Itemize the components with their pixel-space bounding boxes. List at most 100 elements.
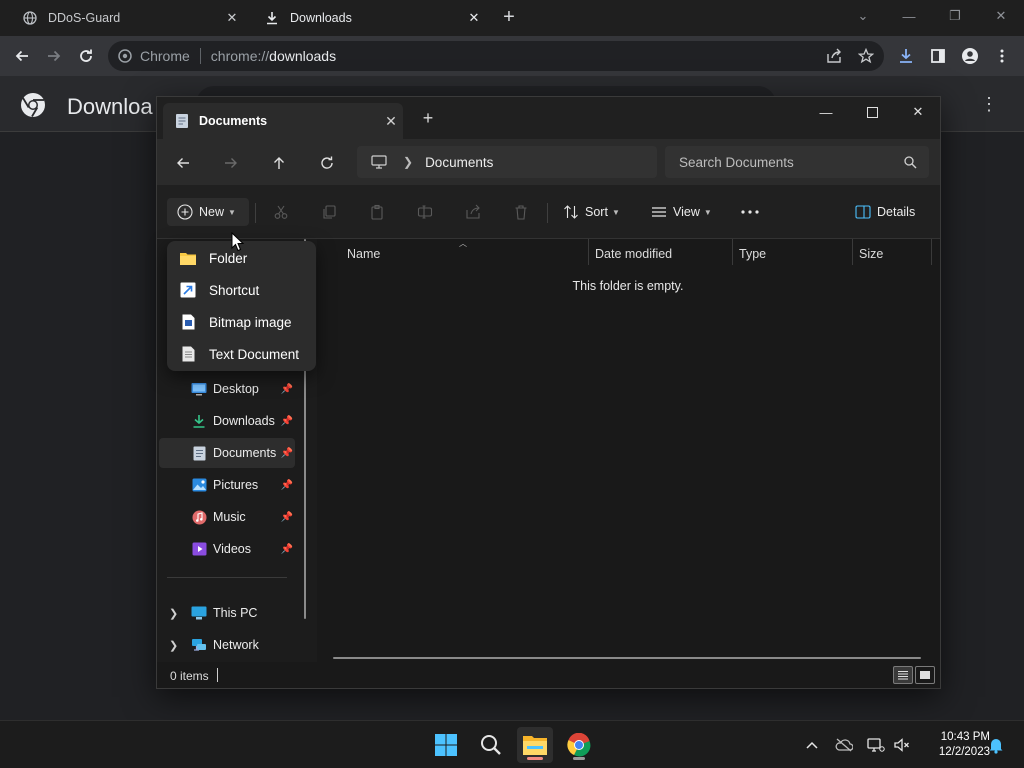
nav-item-videos[interactable]: Videos 📌 bbox=[159, 534, 295, 564]
bookmark-star-icon[interactable] bbox=[854, 44, 878, 68]
new-dropdown-menu: Folder Shortcut Bitmap image Text Docume… bbox=[167, 241, 316, 371]
download-icon bbox=[191, 413, 207, 429]
menu-item-label: Shortcut bbox=[209, 282, 260, 298]
close-window-icon[interactable]: ✕ bbox=[978, 0, 1024, 32]
close-window-icon[interactable]: ✕ bbox=[895, 97, 941, 127]
chrome-tab-strip: DDoS-Guard ✕ Downloads ✕ + ⌄ — ❐ ✕ bbox=[0, 0, 1024, 36]
minimize-icon[interactable]: — bbox=[803, 97, 849, 127]
chevron-right-icon[interactable]: ❯ bbox=[169, 639, 178, 652]
cut-icon[interactable] bbox=[267, 198, 295, 226]
chevron-right-icon[interactable]: ❯ bbox=[403, 155, 413, 169]
onedrive-icon[interactable] bbox=[834, 735, 854, 755]
search-button[interactable] bbox=[473, 727, 509, 763]
chevron-down-icon: ▼ bbox=[703, 207, 712, 217]
column-type-label: Type bbox=[739, 247, 767, 261]
new-tab-button[interactable]: + bbox=[498, 6, 520, 28]
column-divider[interactable] bbox=[931, 239, 932, 265]
nav-item-downloads[interactable]: Downloads 📌 bbox=[159, 406, 295, 436]
menu-item-bitmap-image[interactable]: Bitmap image bbox=[171, 307, 312, 337]
forward-icon[interactable] bbox=[219, 151, 243, 175]
nav-item-music[interactable]: Music 📌 bbox=[159, 502, 295, 532]
details-button[interactable]: Details bbox=[855, 198, 915, 226]
restore-icon[interactable]: ❐ bbox=[932, 0, 978, 32]
refresh-icon[interactable] bbox=[315, 151, 339, 175]
close-tab-icon[interactable]: ✕ bbox=[222, 10, 242, 26]
file-explorer-window: Documents ✕ + — ✕ ❯ Documents Search Doc… bbox=[156, 96, 941, 689]
search-input[interactable]: Search Documents bbox=[665, 146, 929, 178]
explorer-new-tab-button[interactable]: + bbox=[419, 109, 437, 127]
share-icon[interactable] bbox=[459, 198, 487, 226]
details-view-icon[interactable] bbox=[893, 666, 913, 684]
chrome-tab-downloads[interactable]: Downloads ✕ bbox=[252, 0, 492, 36]
menu-item-shortcut[interactable]: Shortcut bbox=[171, 275, 312, 305]
nav-item-label: Documents bbox=[213, 446, 277, 460]
forward-icon[interactable] bbox=[42, 44, 66, 68]
chrome-menu-icon[interactable] bbox=[990, 44, 1014, 68]
nav-item-network[interactable]: ❯ Network bbox=[159, 630, 295, 660]
chrome-toolbar: Chrome chrome://downloads bbox=[0, 36, 1024, 76]
see-more-icon[interactable] bbox=[739, 198, 761, 226]
copy-icon[interactable] bbox=[315, 198, 343, 226]
new-button[interactable]: New ▼ bbox=[167, 198, 249, 226]
paste-icon[interactable] bbox=[363, 198, 391, 226]
reload-icon[interactable] bbox=[74, 44, 98, 68]
network-status-icon[interactable] bbox=[866, 735, 886, 755]
nav-item-this-pc[interactable]: ❯ This PC bbox=[159, 598, 295, 628]
close-tab-icon[interactable]: ✕ bbox=[464, 10, 484, 26]
chrome-chip: Chrome bbox=[118, 48, 190, 64]
nav-item-documents[interactable]: Documents 📌 bbox=[159, 438, 295, 468]
omnibox[interactable]: Chrome chrome://downloads bbox=[108, 41, 884, 71]
details-pane-icon bbox=[855, 205, 871, 219]
explorer-title-bar: Documents ✕ + — ✕ bbox=[157, 97, 940, 139]
breadcrumb-documents[interactable]: Documents bbox=[425, 155, 493, 170]
show-hidden-icons-chevron-up-icon[interactable] bbox=[802, 735, 822, 755]
taskbar-file-explorer[interactable] bbox=[517, 727, 553, 763]
menu-item-label: Bitmap image bbox=[209, 314, 292, 330]
this-pc-icon bbox=[191, 605, 207, 621]
omnibox-separator bbox=[199, 48, 201, 64]
profile-avatar-icon[interactable] bbox=[958, 44, 982, 68]
more-options-icon[interactable]: ⋮ bbox=[980, 94, 998, 115]
column-header-type[interactable]: Type bbox=[733, 239, 852, 269]
share-icon[interactable] bbox=[822, 44, 846, 68]
back-icon[interactable] bbox=[171, 151, 195, 175]
chevron-right-icon[interactable]: ❯ bbox=[169, 607, 178, 620]
chrome-tab-ddos-guard[interactable]: DDoS-Guard ✕ bbox=[10, 0, 250, 36]
folder-icon bbox=[179, 249, 197, 267]
chip-label: Chrome bbox=[140, 48, 190, 64]
volume-muted-icon[interactable] bbox=[892, 735, 912, 755]
tab-search-icon[interactable]: ⌄ bbox=[840, 0, 886, 32]
chrome-tab-title: Downloads bbox=[290, 11, 352, 25]
pin-icon: 📌 bbox=[280, 543, 293, 555]
column-header-date-modified[interactable]: Date modified bbox=[589, 239, 732, 269]
bitmap-icon bbox=[179, 313, 197, 331]
explorer-tab-documents[interactable]: Documents ✕ bbox=[163, 103, 403, 139]
horizontal-scrollbar[interactable] bbox=[333, 657, 921, 659]
large-icons-view-icon[interactable] bbox=[915, 666, 935, 684]
menu-item-text-document[interactable]: Text Document bbox=[171, 339, 312, 369]
back-icon[interactable] bbox=[10, 44, 34, 68]
system-clock[interactable]: 10:43 PM 12/2/2023 bbox=[920, 730, 990, 760]
delete-icon[interactable] bbox=[507, 198, 535, 226]
maximize-icon[interactable] bbox=[849, 97, 895, 127]
column-header-name[interactable]: Name bbox=[341, 239, 586, 269]
rename-icon[interactable] bbox=[411, 198, 439, 226]
view-button[interactable]: View ▼ bbox=[651, 198, 712, 226]
downloads-icon[interactable] bbox=[894, 44, 918, 68]
minimize-icon[interactable]: — bbox=[886, 0, 932, 32]
address-bar[interactable]: ❯ Documents bbox=[357, 146, 657, 178]
taskbar-chrome[interactable] bbox=[561, 727, 597, 763]
pin-icon: 📌 bbox=[280, 415, 293, 427]
nav-item-pictures[interactable]: Pictures 📌 bbox=[159, 470, 295, 500]
pin-icon: 📌 bbox=[280, 479, 293, 491]
nav-item-desktop[interactable]: Desktop 📌 bbox=[159, 374, 295, 404]
start-button[interactable] bbox=[428, 727, 464, 763]
nav-item-label: This PC bbox=[213, 606, 258, 620]
side-panel-icon[interactable] bbox=[926, 44, 950, 68]
file-explorer-icon bbox=[523, 736, 547, 755]
column-header-size[interactable]: Size bbox=[853, 239, 931, 269]
sort-button[interactable]: Sort ▼ bbox=[563, 198, 620, 226]
close-tab-icon[interactable]: ✕ bbox=[379, 113, 403, 130]
notification-bell-icon[interactable] bbox=[986, 735, 1006, 755]
up-arrow-icon[interactable] bbox=[267, 151, 291, 175]
